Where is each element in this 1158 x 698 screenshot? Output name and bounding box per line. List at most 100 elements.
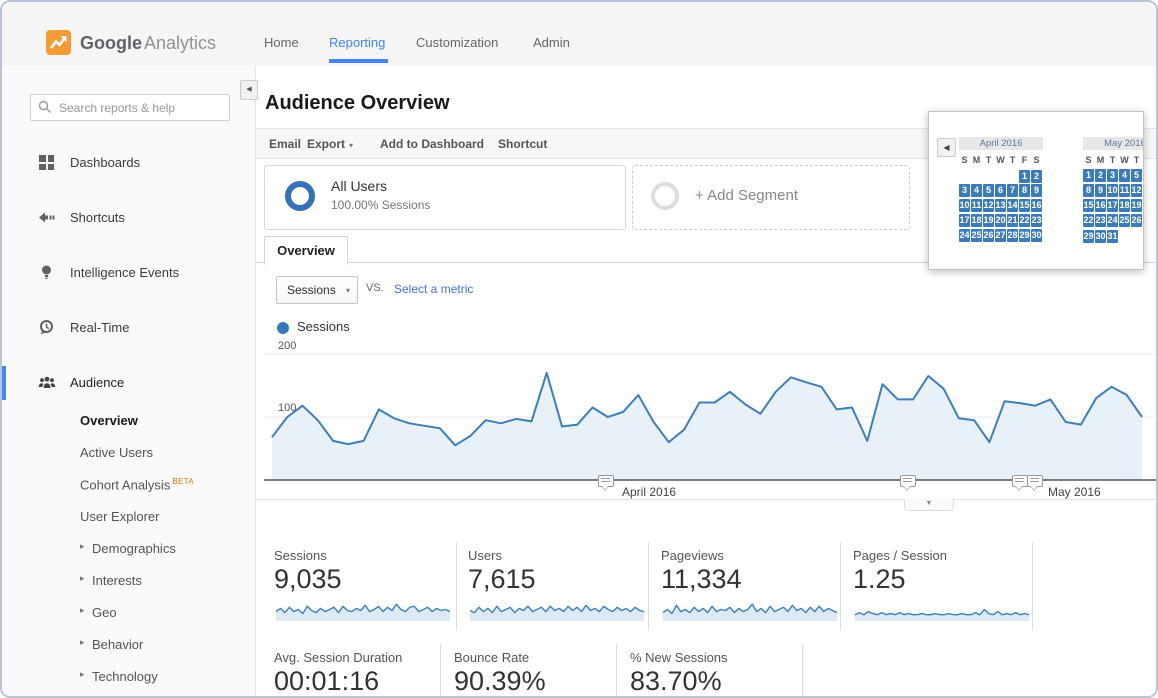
subnav-interests[interactable]: ▸Interests [2,566,255,598]
page-title: Audience Overview [265,92,450,115]
select-a-metric-link[interactable]: Select a metric [394,282,473,296]
annotation-marker-icon[interactable] [1012,475,1028,487]
vs-label: VS. [366,282,384,294]
calendar-day[interactable]: 28 [1007,229,1018,242]
stat-label: Avg. Session Duration [274,650,402,665]
calendar-day [1143,226,1144,239]
sidebar-item-shortcuts[interactable]: Shortcuts [2,201,255,235]
date-range-calendar: ◀ April 2016SMTWTFS123456789101112131415… [928,111,1144,270]
nav-reporting[interactable]: Reporting [329,35,385,50]
search-icon [38,100,52,114]
people-icon [38,374,56,396]
subnav-overview[interactable]: Overview [2,406,255,438]
segment-ring-icon [285,181,315,211]
shortcut-button[interactable]: Shortcut [498,137,547,151]
segment-name: All Users [331,178,387,194]
sidebar: ◀ Dashboards Shortcuts Intelligence Even… [2,66,256,696]
subnav-technology[interactable]: ▸Technology [2,662,255,694]
calendar-day[interactable]: 29 [1083,230,1094,243]
add-segment-button[interactable]: + Add Segment [632,165,910,230]
stat-divider [440,644,441,696]
chart-collapse-tab[interactable]: ▼ [904,499,954,511]
stat-divider [1032,542,1033,630]
stat-value: 00:01:16 [274,666,379,697]
calendar-day[interactable]: 24 [959,229,970,242]
expand-arrow-icon: ▸ [80,669,85,680]
subnav-geo[interactable]: ▸Geo [2,598,255,630]
subnav-demographics[interactable]: ▸Demographics [2,534,255,566]
calendar-day[interactable]: 27 [1143,214,1144,227]
stat-label: Pages / Session [853,548,947,563]
calendar-day[interactable]: 6 [1143,169,1144,182]
caret-down-icon: ▾ [349,141,353,150]
nav-admin[interactable]: Admin [533,35,570,50]
clock-icon [38,319,55,341]
tab-overview[interactable]: Overview [264,236,348,265]
previous-month-button[interactable]: ◀ [937,138,956,157]
calendar-day [971,166,982,179]
brand-analytics: Analytics [144,33,216,54]
metric-dropdown[interactable]: Sessions ▾ [276,276,358,304]
stat-value: 90.39% [454,666,546,697]
sidebar-item-label: Intelligence Events [70,265,179,280]
sidebar-item-intelligence-events[interactable]: Intelligence Events [2,256,255,290]
stat-value: 83.70% [630,666,722,697]
stat-label: Users [468,548,502,563]
stat-label: Bounce Rate [454,650,529,665]
segment-detail: 100.00% Sessions [331,198,430,212]
annotation-marker-icon[interactable] [598,475,614,487]
export-button[interactable]: Export▾ [307,137,353,151]
calendar-day[interactable]: 29 [1019,229,1030,242]
spark-1 [468,596,646,624]
sidebar-item-audience[interactable]: Audience [2,366,255,400]
search-input[interactable] [57,98,226,118]
calendar-day[interactable]: 26 [983,229,994,242]
sidebar-item-real-time[interactable]: Real-Time [2,311,255,345]
calendar-day[interactable]: 30 [1031,229,1042,242]
google-analytics-logo-icon [46,30,71,55]
calendar-day [995,166,1006,179]
nav-customization[interactable]: Customization [416,35,498,50]
x-tick-label: May 2016 [1048,485,1101,499]
subnav-user-explorer[interactable]: User Explorer [2,502,255,534]
calendar-day[interactable]: 27 [995,229,1006,242]
shortcuts-icon [38,209,55,231]
calendar-day-header: F [1143,153,1144,168]
sidebar-item-dashboards[interactable]: Dashboards [2,146,255,180]
calendar-day[interactable]: 30 [1095,230,1106,243]
calendar-day [983,166,994,179]
calendar-month-title: May 2016 [1083,137,1144,150]
search-box [30,94,230,121]
expand-arrow-icon: ▸ [80,541,85,552]
stat-value: 9,035 [274,564,342,595]
add-segment-label: + Add Segment [695,187,798,204]
subnav-behavior[interactable]: ▸Behavior [2,630,255,662]
calendar-day [1119,226,1130,239]
add-to-dashboard-button[interactable]: Add to Dashboard [380,137,484,151]
calendar-day[interactable]: 31 [1107,230,1118,243]
spark-2 [661,596,839,624]
expand-arrow-icon: ▸ [80,573,85,584]
subnav-active-users[interactable]: Active Users [2,438,255,470]
calendar-day[interactable]: 25 [971,229,982,242]
beta-badge: BETA [172,477,194,486]
calendar-month-april: April 2016SMTWTFS12345678910111213141516… [959,137,1043,240]
annotation-marker-icon[interactable] [900,475,916,487]
subnav-cohort-analysis[interactable]: Cohort AnalysisBETA [2,470,255,502]
active-tab-underline [329,59,388,63]
calendar-day[interactable]: 13 [1143,184,1144,197]
stat-divider [648,542,649,630]
spark-3 [853,596,1031,624]
lightbulb-icon [38,264,55,286]
nav-home[interactable]: Home [264,35,299,50]
sidebar-item-label: Shortcuts [70,210,125,225]
segment-all-users[interactable]: All Users 100.00% Sessions [264,165,626,230]
sessions-chart [264,339,1158,489]
x-tick-label: April 2016 [622,485,676,499]
calendar-day[interactable]: 20 [1143,199,1144,212]
sidebar-item-label: Audience [70,375,124,390]
annotation-marker-icon[interactable] [1027,475,1043,487]
calendar-month-may: May 2016SMTWTFS1234567891011121314151617… [1083,137,1144,240]
email-button[interactable]: Email [269,137,301,151]
sidebar-collapse-button[interactable]: ◀ [240,80,258,100]
